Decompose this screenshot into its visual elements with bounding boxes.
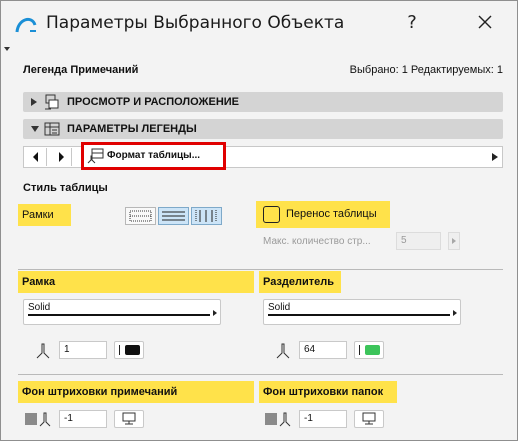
frame-style-horizontal-toggle[interactable] bbox=[158, 207, 189, 225]
monitor-icon bbox=[122, 412, 136, 425]
pen-icon bbox=[36, 343, 50, 359]
legend-params-icon bbox=[44, 122, 60, 136]
line-preview bbox=[28, 314, 210, 316]
wrap-table-option[interactable]: Перенос таблицы bbox=[256, 201, 390, 228]
page-dropdown-arrow-icon[interactable] bbox=[492, 153, 498, 161]
section-legend-label: ПАРАМЕТРЫ ЛЕГЕНДЫ bbox=[67, 123, 197, 135]
monitor-icon bbox=[362, 412, 376, 425]
frame-line-type-select[interactable]: Solid bbox=[23, 299, 221, 325]
separator-label: Разделитель bbox=[259, 271, 341, 293]
app-logo-icon bbox=[15, 17, 37, 33]
object-type-label: Легенда Примечаний bbox=[23, 64, 139, 76]
notes-fill-pen-number[interactable]: -1 bbox=[59, 410, 107, 428]
collapse-triangle-icon bbox=[31, 126, 39, 132]
next-page-icon bbox=[59, 152, 64, 162]
view-placement-icon bbox=[45, 94, 59, 110]
separator-line-type-select[interactable]: Solid bbox=[263, 299, 461, 325]
max-count-label: Макс. количество стр... bbox=[263, 236, 371, 247]
wrap-table-checkbox[interactable] bbox=[263, 206, 280, 223]
table-format-icon bbox=[87, 148, 104, 164]
pen-color-swatch bbox=[125, 345, 140, 355]
fill-swatch-icon bbox=[25, 413, 37, 425]
fill-swatch-icon bbox=[265, 413, 277, 425]
frame-horizontal-icon bbox=[162, 211, 185, 221]
dropdown-arrow-icon bbox=[213, 310, 217, 316]
frame-label: Рамка bbox=[18, 271, 254, 293]
frames-label: Рамки bbox=[18, 204, 71, 226]
prev-page-button[interactable] bbox=[25, 148, 47, 166]
close-button[interactable] bbox=[465, 7, 505, 39]
wrap-table-label: Перенос таблицы bbox=[286, 208, 377, 220]
current-page-label: Формат таблицы... bbox=[107, 150, 201, 161]
selection-settings-dialog: Параметры Выбранного Объекта ? Легенда П… bbox=[0, 0, 518, 441]
notes-fill-color-button[interactable] bbox=[114, 410, 144, 428]
pen-icon bbox=[279, 412, 291, 427]
section-view-label: ПРОСМОТР И РАСПОЛОЖЕНИЕ bbox=[67, 96, 240, 108]
selection-status: Выбрано: 1 Редактируемых: 1 bbox=[349, 64, 503, 76]
divider bbox=[18, 374, 503, 375]
stepper-arrow-icon bbox=[452, 238, 456, 244]
section-view-placement[interactable]: ПРОСМОТР И РАСПОЛОЖЕНИЕ bbox=[23, 92, 503, 112]
section-legend-params[interactable]: ПАРАМЕТРЫ ЛЕГЕНДЫ bbox=[23, 119, 503, 139]
folders-fill-color-button[interactable] bbox=[354, 410, 384, 428]
help-icon: ? bbox=[407, 12, 417, 33]
frame-box-icon bbox=[129, 210, 152, 222]
expand-triangle-icon bbox=[31, 98, 37, 106]
separator-pen-number[interactable]: 64 bbox=[299, 341, 347, 359]
max-count-input[interactable]: 5 bbox=[396, 232, 441, 250]
frame-vertical-icon bbox=[195, 210, 217, 222]
pen-icon bbox=[276, 343, 290, 359]
folders-fill-pen-number[interactable]: -1 bbox=[299, 410, 347, 428]
separator-line-type-value: Solid bbox=[268, 302, 291, 313]
frame-style-vertical-toggle[interactable] bbox=[191, 207, 222, 225]
window-title: Параметры Выбранного Объекта bbox=[46, 13, 345, 33]
separator-pen-color[interactable] bbox=[354, 341, 384, 359]
page-selector[interactable]: Формат таблицы... bbox=[81, 142, 226, 170]
frame-pen-color[interactable] bbox=[114, 341, 144, 359]
dropdown-arrow-icon bbox=[453, 310, 457, 316]
pen-icon bbox=[39, 412, 51, 427]
divider bbox=[18, 269, 503, 270]
pen-color-swatch bbox=[365, 345, 380, 355]
folders-fill-label: Фон штриховки папок bbox=[259, 381, 397, 403]
line-preview bbox=[268, 314, 450, 316]
frame-line-type-value: Solid bbox=[28, 302, 51, 313]
frame-pen-number[interactable]: 1 bbox=[59, 341, 107, 359]
help-button[interactable]: ? bbox=[397, 9, 427, 37]
notes-fill-label: Фон штриховки примечаний bbox=[18, 381, 254, 403]
table-style-heading: Стиль таблицы bbox=[23, 182, 108, 194]
frame-style-box-toggle[interactable] bbox=[125, 207, 156, 225]
close-icon bbox=[478, 15, 492, 29]
title-bar: Параметры Выбранного Объекта ? bbox=[1, 1, 517, 45]
prev-page-icon bbox=[33, 152, 38, 162]
max-count-stepper[interactable] bbox=[448, 232, 460, 250]
collapse-grip-icon[interactable] bbox=[4, 47, 10, 51]
next-page-button[interactable] bbox=[50, 148, 72, 166]
